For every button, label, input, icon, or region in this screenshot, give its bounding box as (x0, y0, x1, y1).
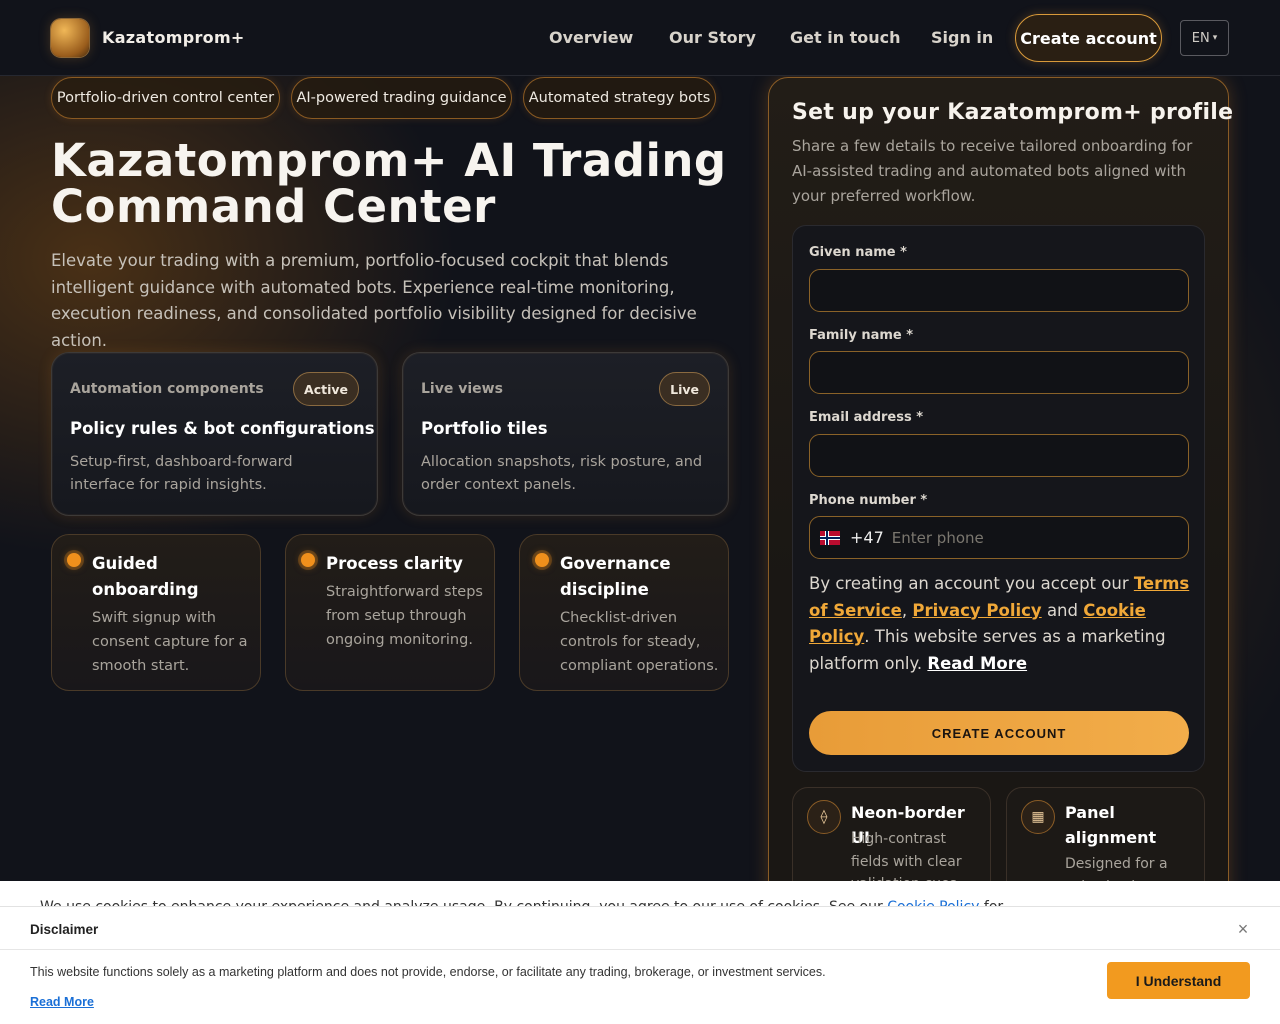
brand-name[interactable]: Kazatomprom+ (102, 28, 245, 47)
i-understand-button[interactable]: I Understand (1107, 962, 1250, 999)
bullet-dot-icon (301, 553, 315, 567)
bullet-dot-icon (535, 553, 549, 567)
brand-logo[interactable] (51, 19, 89, 57)
card-title: Policy rules & bot configurations (70, 419, 375, 438)
given-name-field[interactable] (809, 269, 1189, 312)
phone-label: Phone number * (809, 493, 928, 508)
phone-field[interactable] (891, 517, 1188, 558)
email-label: Email address * (809, 410, 924, 425)
consent-prefix: By creating an account you accept our (809, 574, 1134, 593)
disclaimer-header: Disclaimer × (0, 907, 1280, 950)
hero-title: Kazatomprom+ AI Trading Command Center (51, 138, 751, 230)
card-kicker: Live views (421, 381, 503, 397)
mini-feature-title: Panel alignment (1065, 803, 1157, 847)
feature-description: Straightforward steps from setup through… (326, 584, 483, 648)
top-navigation-bar: Kazatomprom+ Overview Our Story Get in t… (0, 0, 1280, 76)
disclaimer-title: Disclaimer (30, 922, 99, 937)
disclaimer-text: This website functions solely as a marke… (30, 965, 826, 979)
feature-title: Guided onboarding (92, 554, 199, 599)
chevron-down-icon: ▾ (1212, 33, 1218, 43)
signup-title: Set up your Kazatomprom+ profile (792, 100, 1234, 125)
phone-field-group: +47 (809, 516, 1189, 559)
feature-process-clarity: Process clarity Straightforward steps fr… (285, 534, 495, 691)
privacy-link[interactable]: Privacy Policy (912, 601, 1041, 620)
nav-sign-in[interactable]: Sign in (931, 28, 993, 47)
card-automation-components: Automation components Active Policy rule… (51, 352, 378, 516)
card-live-views: Live views Live Portfolio tiles Allocati… (402, 352, 729, 516)
pill-portfolio-control: Portfolio-driven control center (51, 77, 280, 119)
given-name-label: Given name * (809, 245, 907, 260)
feature-description: Checklist-driven controls for steady, co… (560, 610, 719, 674)
language-selector[interactable]: EN ▾ (1180, 20, 1229, 56)
bullet-dot-icon (67, 553, 81, 567)
card-description: Allocation snapshots, risk posture, and … (421, 454, 703, 493)
card-description: Setup-first, dashboard-forward interface… (70, 454, 293, 493)
language-code: EN (1191, 30, 1210, 46)
pill-strategy-bots: Automated strategy bots (523, 77, 716, 119)
diamond-icon: ⟠ (807, 800, 841, 834)
feature-governance-discipline: Governance discipline Checklist-driven c… (519, 534, 729, 691)
disclaimer-banner: Disclaimer × This website functions sole… (0, 906, 1280, 1024)
hero-title-line-1: Kazatomprom+ AI Trading (51, 134, 727, 187)
consent-and: and (1041, 600, 1084, 620)
create-account-button[interactable]: Create account (1015, 14, 1162, 62)
email-field[interactable] (809, 434, 1189, 477)
nav-get-in-touch[interactable]: Get in touch (790, 28, 901, 47)
consent-comma: , (901, 600, 913, 620)
read-more-link[interactable]: Read More (927, 654, 1027, 673)
disclaimer-read-more-link[interactable]: Read More (30, 995, 94, 1009)
hero-subtitle: Elevate your trading with a premium, por… (51, 251, 697, 350)
dial-code[interactable]: +47 (850, 528, 884, 547)
close-icon[interactable]: × (1233, 919, 1253, 939)
feature-guided-onboarding: Guided onboarding Swift signup with cons… (51, 534, 261, 691)
status-badge: Active (293, 372, 359, 406)
family-name-field[interactable] (809, 351, 1189, 394)
card-kicker: Automation components (70, 381, 264, 397)
signup-subtitle: Share a few details to receive tailored … (792, 137, 1193, 205)
feature-title: Governance discipline (560, 554, 671, 599)
hero-title-line-2: Command Center (51, 180, 496, 233)
feature-title: Process clarity (326, 554, 463, 573)
consent-text: By creating an account you accept our Te… (809, 571, 1194, 677)
status-badge: Live (659, 372, 710, 406)
nav-our-story[interactable]: Our Story (669, 28, 756, 47)
norway-flag-icon[interactable] (820, 530, 840, 545)
grid-icon: ▦ (1021, 800, 1055, 834)
pill-ai-guidance: AI-powered trading guidance (291, 77, 512, 119)
family-name-label: Family name * (809, 328, 914, 343)
create-account-submit-button[interactable]: CREATE ACCOUNT (809, 711, 1189, 755)
feature-description: Swift signup with consent capture for a … (92, 610, 248, 674)
card-title: Portfolio tiles (421, 419, 548, 438)
nav-overview[interactable]: Overview (549, 28, 633, 47)
